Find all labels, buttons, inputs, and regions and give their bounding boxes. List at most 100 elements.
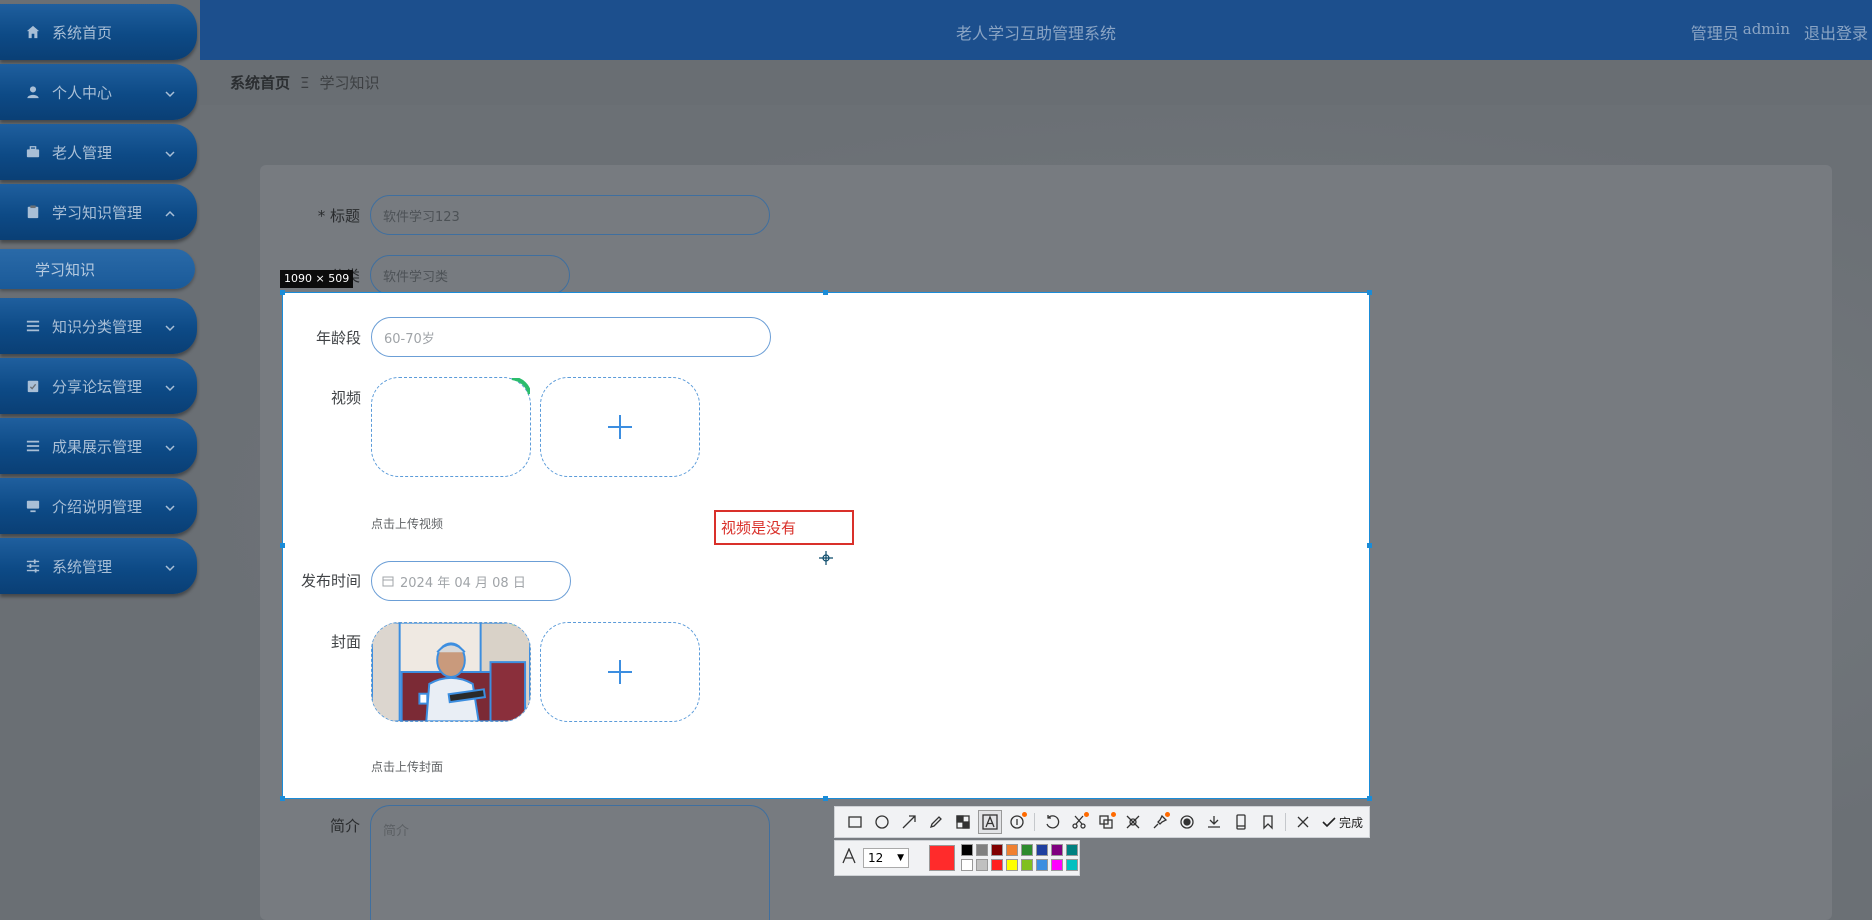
sidebar-item-home[interactable]: 系统首页 <box>0 4 197 60</box>
color-swatch[interactable] <box>1066 859 1078 871</box>
sidebar-item-personal-center[interactable]: 个人中心 <box>0 64 197 120</box>
user-role: 管理员 <box>1690 24 1739 43</box>
resize-handle[interactable] <box>1367 290 1372 295</box>
resize-handle[interactable] <box>1367 543 1372 548</box>
crosshair-cursor-icon <box>819 551 833 565</box>
sidebar-item-label: 成果展示管理 <box>52 437 143 456</box>
sidebar-item-results-management[interactable]: 成果展示管理 <box>0 418 197 474</box>
chevron-down-icon <box>165 321 175 332</box>
color-swatch[interactable] <box>1021 859 1033 871</box>
video-corner-icon <box>511 378 530 395</box>
ocr-tool-icon[interactable] <box>1094 810 1118 834</box>
capture-size-label: 1090 × 509 <box>280 270 354 288</box>
text-style-bar: 12 ▼ <box>834 840 1080 876</box>
color-swatch[interactable] <box>1036 859 1048 871</box>
font-size-value: 12 <box>868 851 884 865</box>
clipboard-check-icon <box>26 379 40 393</box>
chevron-down-icon <box>165 561 175 572</box>
color-swatch[interactable] <box>991 844 1003 856</box>
resize-handle[interactable] <box>280 796 285 801</box>
sliders-icon <box>26 559 40 573</box>
font-icon <box>841 847 857 868</box>
text-tool-icon[interactable] <box>978 810 1002 834</box>
pin-icon[interactable] <box>1148 810 1172 834</box>
color-swatch[interactable] <box>991 859 1003 871</box>
undo-icon[interactable] <box>1040 810 1064 834</box>
age-input[interactable]: 60-70岁 <box>371 317 771 357</box>
color-swatch[interactable] <box>961 859 973 871</box>
resize-handle[interactable] <box>823 796 828 801</box>
font-size-select[interactable]: 12 ▼ <box>863 848 909 868</box>
monitor-icon <box>26 499 40 513</box>
sidebar-item-intro-management[interactable]: 介绍说明管理 <box>0 478 197 534</box>
video-upload-button[interactable] <box>540 377 700 477</box>
color-swatch[interactable] <box>1051 859 1063 871</box>
sidebar-item-system-management[interactable]: 系统管理 <box>0 538 197 594</box>
sidebar-item-category-management[interactable]: 知识分类管理 <box>0 298 197 354</box>
number-tool-icon[interactable] <box>1005 810 1029 834</box>
sidebar-item-label: 知识分类管理 <box>52 317 143 336</box>
home-icon <box>26 25 40 39</box>
mosaic-tool-icon[interactable] <box>951 810 975 834</box>
bookmark-icon[interactable] <box>1256 810 1280 834</box>
rectangle-tool-icon[interactable] <box>843 810 867 834</box>
breadcrumb: 系统首页 Ξ 学习知识 <box>200 60 1872 105</box>
resize-handle[interactable] <box>280 290 285 295</box>
plus-icon <box>608 415 632 439</box>
phone-icon[interactable] <box>1229 810 1253 834</box>
intro-label: 简介 <box>329 817 360 835</box>
resize-handle[interactable] <box>823 290 828 295</box>
title-label: * 标题 <box>317 207 360 225</box>
app-title: 老人学习互助管理系统 <box>955 24 1116 43</box>
cover-upload-button[interactable] <box>540 622 700 722</box>
user-icon <box>26 85 40 99</box>
sidebar-item-label: 个人中心 <box>52 83 113 102</box>
resize-handle[interactable] <box>1367 796 1372 801</box>
cover-photo-elderly-man <box>372 623 530 721</box>
breadcrumb-home[interactable]: 系统首页 <box>230 72 290 93</box>
capture-region[interactable]: 年龄段 60-70岁 视频 点击上传视频 视频是没有 发布时间 2024 年 0… <box>282 292 1370 799</box>
record-icon[interactable] <box>1175 810 1199 834</box>
sidebar-item-label: 系统管理 <box>52 557 113 576</box>
scroll-capture-icon[interactable] <box>1121 810 1145 834</box>
intro-placeholder: 简介 <box>383 824 410 839</box>
download-icon[interactable] <box>1202 810 1226 834</box>
arrow-tool-icon[interactable] <box>897 810 921 834</box>
color-swatch[interactable] <box>1066 844 1078 856</box>
video-upload-hint: 点击上传视频 <box>371 517 444 531</box>
ellipse-tool-icon[interactable] <box>870 810 894 834</box>
cover-image[interactable] <box>371 622 531 722</box>
color-swatch[interactable] <box>961 844 973 856</box>
username: admin <box>1742 20 1790 38</box>
pencil-tool-icon[interactable] <box>924 810 948 834</box>
annotation-text-box[interactable]: 视频是没有 <box>714 510 854 545</box>
title-input[interactable]: 软件学习123 <box>370 195 770 235</box>
calendar-icon <box>382 576 394 587</box>
resize-handle[interactable] <box>280 543 285 548</box>
color-swatch[interactable] <box>1006 844 1018 856</box>
sidebar-item-label: 介绍说明管理 <box>52 497 143 516</box>
sidebar-item-study-management[interactable]: 学习知识管理 <box>0 184 197 240</box>
sidebar-subitem-study-knowledge[interactable]: 学习知识 <box>0 249 195 289</box>
sidebar-item-elder-management[interactable]: 老人管理 <box>0 124 197 180</box>
category-select[interactable]: 软件学习类 <box>370 255 570 295</box>
color-swatch[interactable] <box>976 844 988 856</box>
clipboard-icon <box>26 205 40 219</box>
plus-icon <box>608 660 632 684</box>
breadcrumb-separator: Ξ <box>300 73 310 92</box>
sidebar-item-forum-management[interactable]: 分享论坛管理 <box>0 358 197 414</box>
color-swatch[interactable] <box>1006 859 1018 871</box>
close-icon[interactable] <box>1291 810 1315 834</box>
date-picker[interactable]: 2024 年 04 月 08 日 <box>371 561 571 601</box>
video-preview[interactable] <box>371 377 531 477</box>
intro-textarea[interactable]: 简介 <box>370 805 770 920</box>
color-swatch[interactable] <box>1021 844 1033 856</box>
color-swatch[interactable] <box>1051 844 1063 856</box>
done-button[interactable]: 完成 <box>1318 814 1367 831</box>
current-color-swatch[interactable] <box>929 845 955 871</box>
briefcase-icon <box>26 145 40 159</box>
crop-tool-icon[interactable] <box>1067 810 1091 834</box>
color-swatch[interactable] <box>1036 844 1048 856</box>
logout-link[interactable]: 退出登录 <box>1804 20 1868 44</box>
color-swatch[interactable] <box>976 859 988 871</box>
